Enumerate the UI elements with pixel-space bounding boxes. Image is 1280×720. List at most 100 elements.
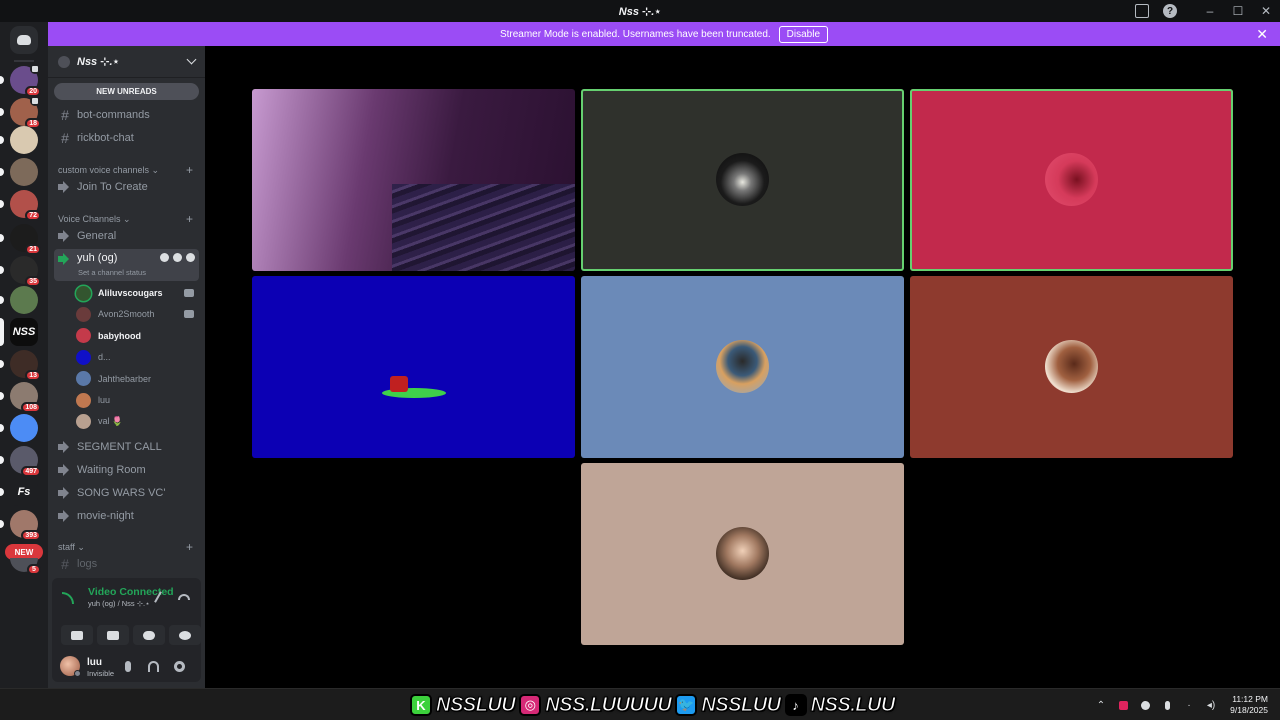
voice-location[interactable]: yuh (og) / Nss ⊹.⋆ <box>88 599 150 608</box>
maximize-button[interactable]: ☐ <box>1224 0 1252 22</box>
member-name: Jahthebarber <box>98 373 152 384</box>
add-channel-icon[interactable]: + <box>186 163 193 177</box>
signal-icon[interactable] <box>62 592 74 604</box>
voice-member[interactable]: Avon2Smooth <box>76 304 198 324</box>
twitter-icon: 🐦 <box>675 694 698 716</box>
server-icon[interactable] <box>10 414 38 442</box>
server-icon[interactable] <box>10 158 38 186</box>
voice-member[interactable]: d... <box>76 347 198 367</box>
voice-channel[interactable]: SONG WARS VC' <box>54 483 199 503</box>
soundboard-button[interactable] <box>169 625 201 645</box>
server-icon[interactable]: Fs <box>10 478 38 506</box>
video-tile[interactable] <box>910 89 1233 271</box>
unread-pip <box>0 520 4 528</box>
participant-avatar <box>716 340 769 393</box>
voice-channel-general[interactable]: General <box>54 226 199 246</box>
server-icon[interactable]: 13 <box>10 350 41 381</box>
share-screen-button[interactable] <box>97 625 129 645</box>
voice-member[interactable]: Jahthebarber <box>76 369 198 389</box>
gear-icon[interactable] <box>186 253 195 262</box>
headphones-icon[interactable] <box>148 661 159 672</box>
server-icon[interactable]: 35 <box>10 256 41 287</box>
channel-rickbot-chat[interactable]: # rickbot-chat <box>54 128 199 148</box>
server-icon[interactable]: 393 <box>10 510 41 541</box>
server-icon[interactable]: 497 <box>10 446 41 477</box>
gamepad-icon <box>143 630 155 640</box>
voice-channel[interactable]: Waiting Room <box>54 460 199 480</box>
avatar <box>76 328 91 344</box>
banner-close-icon[interactable]: ✕ <box>1256 26 1268 43</box>
user-settings-gear-icon[interactable] <box>174 661 185 672</box>
server-icon[interactable]: NSS <box>10 318 38 346</box>
user-status[interactable]: Invisible <box>87 669 114 678</box>
close-window-button[interactable]: ✕ <box>1252 0 1280 22</box>
category-voice-channels[interactable]: Voice Channels ⌄ + <box>58 212 193 226</box>
voice-member[interactable]: babyhood <box>76 326 198 346</box>
category-label: staff <box>58 541 75 552</box>
disable-streamer-mode-button[interactable]: Disable <box>778 25 829 43</box>
microphone-tray-icon[interactable] <box>1156 700 1178 710</box>
channel-bot-commands[interactable]: # bot-commands <box>54 105 199 125</box>
cloud-icon[interactable] <box>1134 700 1156 710</box>
server-icon[interactable]: 18 <box>10 96 41 129</box>
video-tile[interactable] <box>581 463 904 645</box>
voice-member[interactable]: val 🌷 <box>76 411 198 431</box>
channel-label: Waiting Room <box>77 464 146 476</box>
server-icon[interactable]: 72 <box>10 190 41 221</box>
clock[interactable]: 11:12 PM 9/18/2025 <box>1222 694 1280 716</box>
voice-member[interactable]: luu <box>76 390 198 410</box>
server-icon[interactable] <box>10 126 38 154</box>
hash-icon: # <box>61 107 69 123</box>
voice-channel-join-to-create[interactable]: Join To Create <box>54 177 199 197</box>
server-icon-partial[interactable]: 5 <box>10 558 41 575</box>
taskbar: K NSSLUU ◎ NSS.LUUUUU 🐦 NSSLUU ♪ NSS.LUU ⌃ · ◂)… <box>0 688 1280 720</box>
add-channel-icon[interactable]: + <box>186 212 193 226</box>
video-tile[interactable] <box>252 276 575 458</box>
speaker-icon <box>58 490 72 496</box>
microphone-icon[interactable] <box>125 661 131 672</box>
add-channel-icon[interactable]: + <box>186 540 193 554</box>
window-titlebar: Nss ⊹.⋆ ? – ☐ ✕ <box>0 0 1280 22</box>
camera-off-button[interactable] <box>61 625 93 645</box>
volume-icon[interactable]: ◂) <box>1200 700 1222 711</box>
inbox-icon[interactable] <box>1128 0 1156 22</box>
guild-header[interactable]: Nss ⊹.⋆ <box>48 46 205 78</box>
server-icon[interactable]: 20 <box>10 64 41 97</box>
wifi-icon[interactable]: · <box>1178 700 1200 711</box>
invite-icon[interactable] <box>173 253 182 262</box>
voice-channel-yuh-og[interactable]: yuh (og) Set a channel status <box>54 249 199 281</box>
app-tray-icon[interactable] <box>1112 700 1134 710</box>
channel-label: logs <box>77 558 98 570</box>
unread-pip <box>0 136 4 144</box>
help-icon[interactable]: ? <box>1156 0 1184 22</box>
category-staff[interactable]: staff ⌄ + <box>58 540 193 554</box>
minimize-button[interactable]: – <box>1196 0 1224 22</box>
noise-suppression-icon[interactable] <box>152 591 164 603</box>
channel-logs[interactable]: # logs <box>54 554 199 574</box>
voice-channel[interactable]: SEGMENT CALL <box>54 437 199 457</box>
avatar <box>76 285 91 301</box>
channel-status-prompt[interactable]: Set a channel status <box>78 268 146 277</box>
server-initials: Fs <box>17 486 31 498</box>
username[interactable]: luu <box>87 657 102 668</box>
voice-member[interactable]: Aliluvscougars <box>76 283 198 303</box>
video-tile[interactable] <box>910 276 1233 458</box>
server-icon[interactable] <box>10 286 38 314</box>
new-unreads-bar[interactable]: NEW UNREADS <box>54 83 199 100</box>
video-tile[interactable] <box>252 89 575 271</box>
tulip-emoji: 🌷 <box>111 415 123 426</box>
disconnect-icon[interactable] <box>178 594 190 600</box>
video-tile[interactable] <box>581 276 904 458</box>
discord-home-button[interactable] <box>10 26 38 54</box>
activity-button[interactable] <box>133 625 165 645</box>
server-icon[interactable]: 21 <box>10 224 41 255</box>
voice-channel[interactable]: movie-night <box>54 506 199 526</box>
chat-icon[interactable] <box>160 253 169 262</box>
category-custom-voice[interactable]: custom voice channels ⌄ + <box>58 163 193 177</box>
server-icon[interactable]: 108 <box>10 382 41 413</box>
server-badge: 72 <box>25 210 41 221</box>
unread-pip <box>0 424 4 432</box>
chevron-up-icon[interactable]: ⌃ <box>1090 700 1112 711</box>
kick-icon: K <box>410 694 432 716</box>
video-tile[interactable] <box>581 89 904 271</box>
